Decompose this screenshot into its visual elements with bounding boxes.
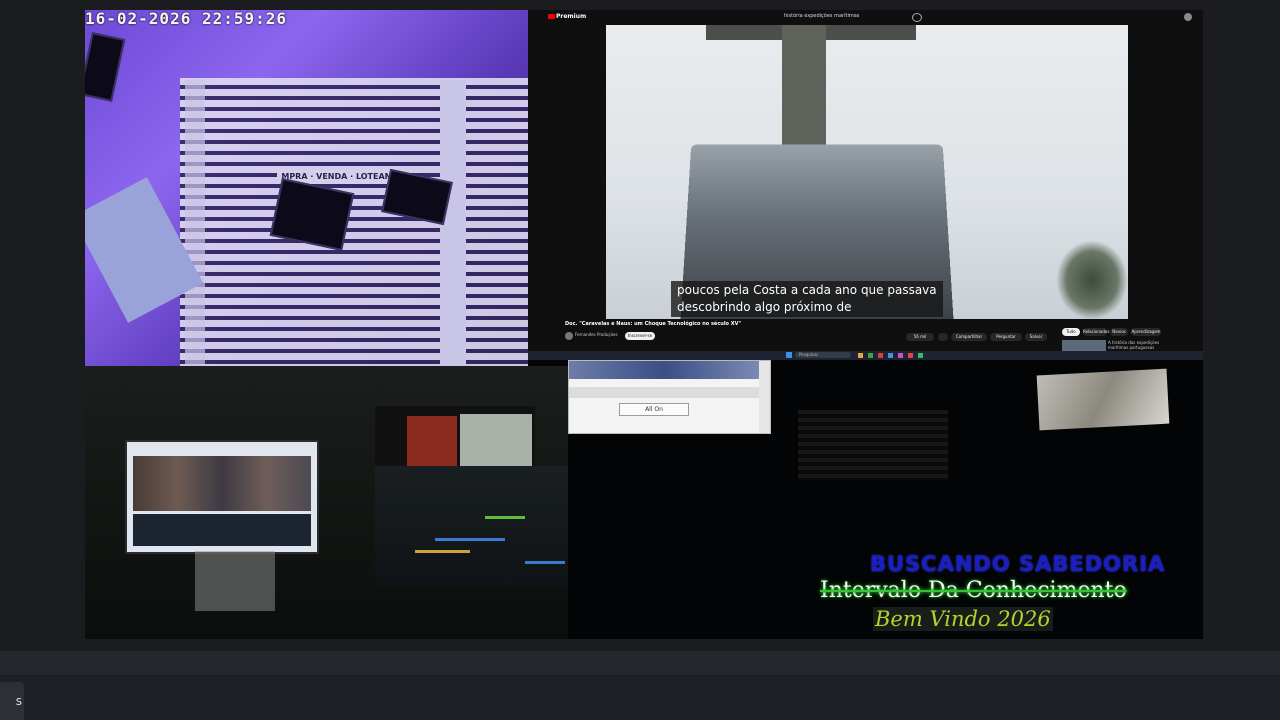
video-mosaic-stage: MPRA · VENDA · LOTEAM 16-02-2026 22:59:2…	[85, 10, 1203, 639]
timeline-clip	[525, 561, 565, 564]
app-icon[interactable]	[918, 353, 923, 358]
video-subtitle: poucos pela Costa a cada ano que passava…	[671, 281, 943, 317]
search-icon[interactable]	[912, 13, 922, 22]
overlay-heading: BUSCANDO SABEDORIA	[870, 552, 1166, 576]
subtitle-line-2: descobrindo algo próximo de	[677, 300, 852, 314]
monitor-preview-right	[460, 414, 532, 472]
tree	[1056, 240, 1128, 319]
start-icon[interactable]	[786, 352, 792, 358]
window-shutters	[798, 410, 948, 480]
tv-chat-panel	[133, 514, 311, 546]
app-icon[interactable]	[888, 353, 893, 358]
app-icon[interactable]	[898, 353, 903, 358]
monitor-preview-left	[407, 416, 457, 470]
bottom-bar	[0, 676, 1280, 720]
ask-button[interactable]: Perguntar	[990, 333, 1022, 341]
taskbar-search[interactable]: Pesquisar	[795, 352, 851, 358]
framed-picture	[1036, 368, 1170, 431]
timeline-clip	[435, 538, 505, 541]
youtube-logo-text: Premium	[556, 13, 587, 20]
dialog-scrollbar-vertical[interactable]	[759, 361, 770, 433]
overlay-welcome: Bem Vindo 2026	[873, 607, 1053, 631]
share-button[interactable]: Compartilhar	[951, 333, 987, 341]
video-player[interactable]: poucos pela Costa a cada ano que passava…	[606, 25, 1128, 319]
app-icon[interactable]	[878, 353, 883, 358]
chair	[195, 551, 275, 611]
timeline-clip	[415, 550, 470, 553]
subtitle-line-1: poucos pela Costa a cada ano que passava	[677, 283, 937, 297]
control-dialog: All On	[568, 360, 771, 434]
like-button[interactable]: 56 mil	[906, 333, 934, 341]
player-progress-strip[interactable]	[0, 651, 1280, 675]
chip-learning[interactable]: Aprendizagem	[1131, 328, 1161, 336]
chip-ships[interactable]: Navios	[1110, 328, 1128, 336]
dislike-button[interactable]	[938, 333, 948, 341]
editing-monitor	[375, 406, 535, 472]
chip-all[interactable]: Tudo	[1062, 328, 1080, 336]
app-icon[interactable]	[868, 353, 873, 358]
tv-video-grid	[133, 456, 311, 511]
all-on-button[interactable]: All On	[619, 403, 689, 416]
video-title: Doc. "Caravelas e Naus: um Choque Tecnol…	[565, 321, 742, 327]
gate	[180, 78, 528, 366]
editing-timeline	[375, 466, 568, 586]
windows-taskbar: Pesquisar	[528, 351, 1203, 360]
folder-icon[interactable]	[858, 353, 863, 358]
youtube-search-text[interactable]: história expedições marítimas	[784, 13, 859, 19]
dialog-preview-strip	[569, 361, 759, 379]
corner-button[interactable]: s	[0, 682, 24, 720]
youtube-browser-window: Premium história expedições marítimas po…	[528, 10, 1203, 360]
dialog-scrollbar-horizontal[interactable]	[569, 387, 759, 398]
gate-post	[185, 80, 205, 366]
next-video-title[interactable]: A história das expedições marítimas port…	[1108, 340, 1168, 350]
save-button[interactable]: Salvar	[1025, 333, 1047, 341]
chip-related[interactable]: Relacionados	[1083, 328, 1109, 336]
overlay-panel: All On BUSCANDO SABEDORIA Intervalo Da C…	[568, 360, 1203, 639]
app-icon[interactable]	[908, 353, 913, 358]
youtube-play-icon	[548, 14, 555, 19]
channel-name[interactable]: Fernandes Produções	[575, 332, 618, 337]
security-camera-feed: MPRA · VENDA · LOTEAM 16-02-2026 22:59:2…	[85, 10, 528, 366]
spotlight	[85, 32, 126, 102]
youtube-header	[528, 10, 1203, 24]
avatar[interactable]	[1184, 13, 1192, 21]
channel-avatar[interactable]	[565, 332, 573, 340]
overlay-subtitle: Intervalo Da Conhecimento	[820, 578, 1127, 603]
studio-room-camera	[85, 366, 568, 639]
subscribe-button[interactable]: Inscrever-se	[625, 332, 655, 340]
camera-timestamp: 16-02-2026 22:59:26	[85, 10, 288, 28]
youtube-logo[interactable]: Premium	[548, 13, 586, 20]
audio-meter	[485, 516, 525, 519]
television-screen	[125, 440, 319, 554]
